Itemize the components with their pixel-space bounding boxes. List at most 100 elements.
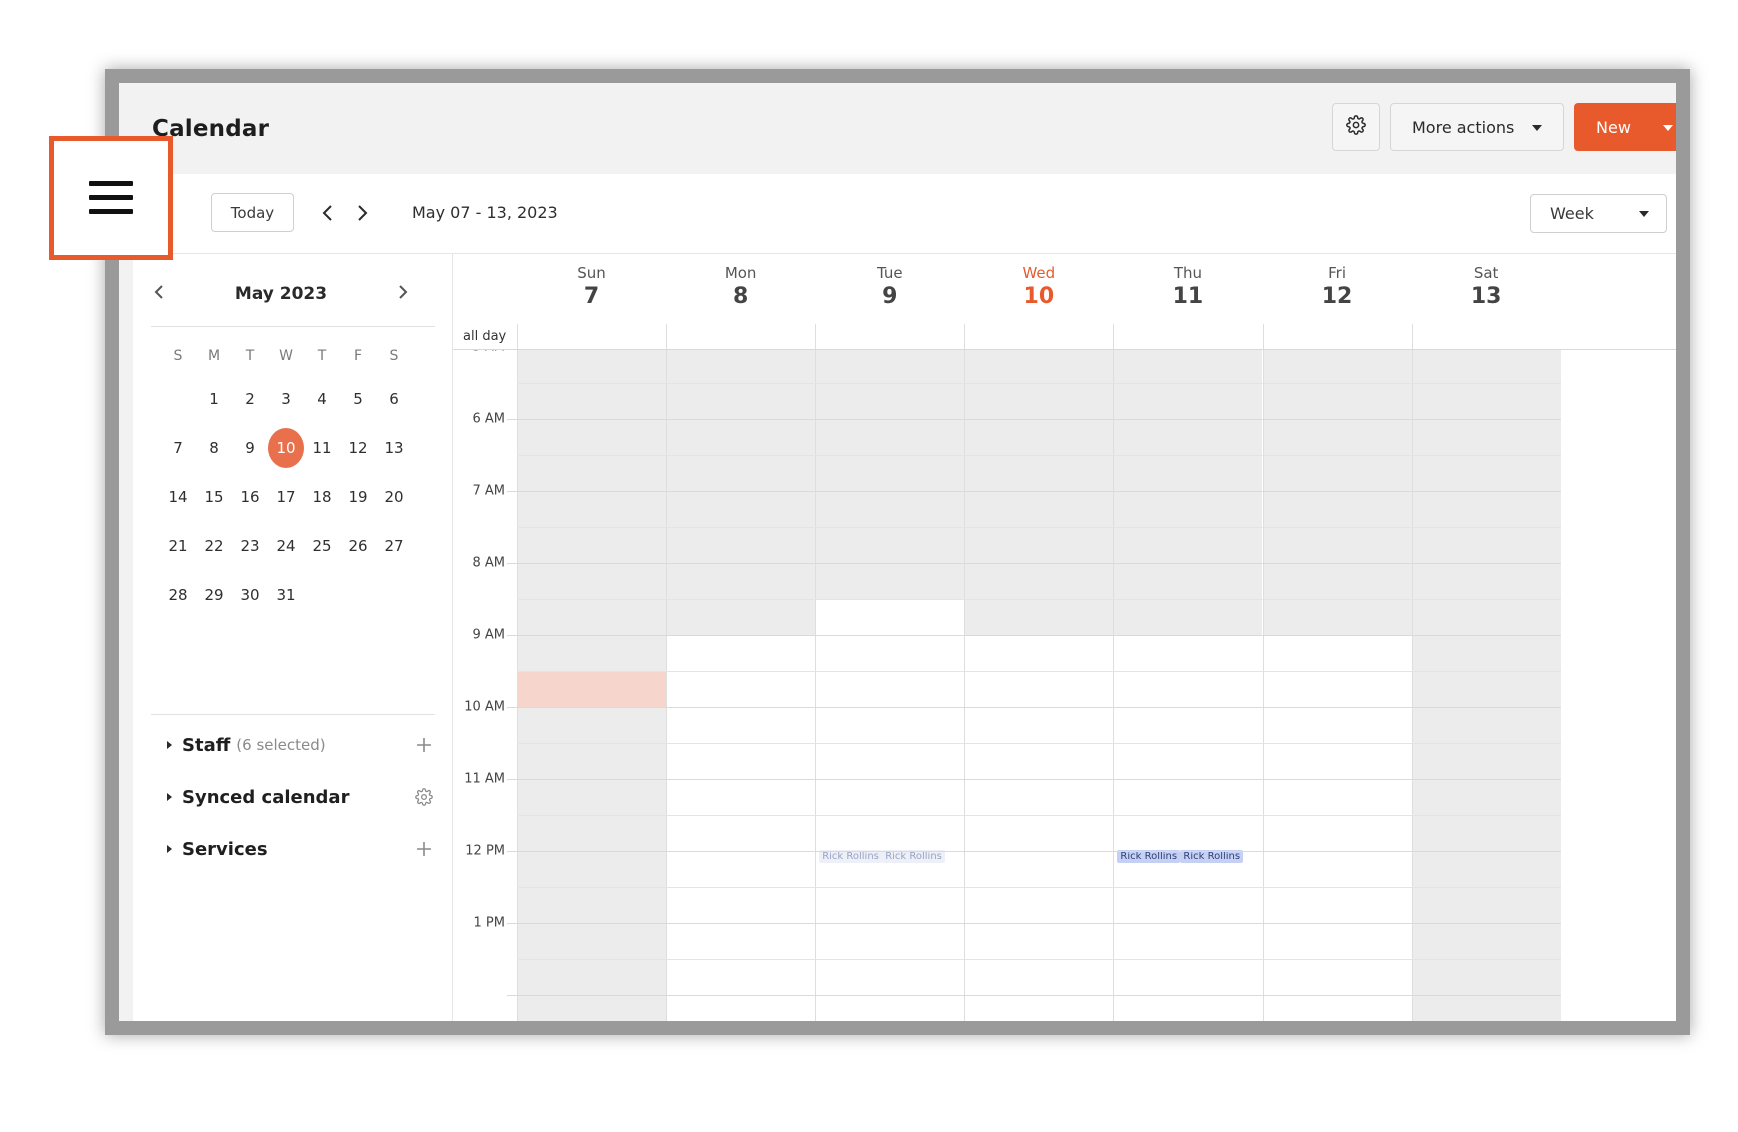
plus-icon[interactable] <box>411 836 437 862</box>
all-day-cell[interactable] <box>1113 324 1115 349</box>
day-header-fri[interactable]: Fri 12 <box>1254 264 1420 309</box>
synced-calendar-section[interactable]: Synced calendar <box>167 784 437 810</box>
all-day-cell[interactable] <box>1411 324 1413 349</box>
calendar-toolbar: Today May 07 - 13, 2023 Week <box>133 174 1676 254</box>
mini-day-8[interactable]: 8 <box>196 428 232 468</box>
hamburger-menu-icon[interactable] <box>89 181 133 215</box>
mini-day-15[interactable]: 15 <box>196 477 232 517</box>
mini-day-1[interactable]: 1 <box>196 379 232 419</box>
all-day-cell[interactable] <box>666 324 668 349</box>
day-column-mon[interactable] <box>666 350 816 1021</box>
grid-line <box>507 419 1561 420</box>
gear-icon[interactable] <box>411 784 437 810</box>
all-day-cell[interactable] <box>517 324 518 349</box>
grid-line <box>507 779 1561 780</box>
mini-day-10[interactable]: 10 <box>268 427 304 468</box>
grid-line <box>517 1031 1561 1032</box>
mini-day-5[interactable]: 5 <box>340 379 376 419</box>
mini-day-19[interactable]: 19 <box>340 477 376 517</box>
chevron-right-icon[interactable] <box>350 198 374 228</box>
mini-day-23[interactable]: 23 <box>232 526 268 566</box>
section-label: Synced calendar <box>182 786 350 808</box>
day-column-sat[interactable] <box>1411 350 1561 1021</box>
mini-day-18[interactable]: 18 <box>304 477 340 517</box>
day-header-wed[interactable]: Wed 10 <box>956 264 1122 309</box>
day-column-tue[interactable]: Rick Rollins Rick Rollins <box>815 350 965 1021</box>
mini-day-31[interactable]: 31 <box>268 575 304 615</box>
mini-day-16[interactable]: 16 <box>232 477 268 517</box>
mini-day-27[interactable]: 27 <box>376 526 412 566</box>
chevron-left-icon[interactable] <box>316 198 340 228</box>
day-header-tue[interactable]: Tue 9 <box>807 264 973 309</box>
mini-day-2[interactable]: 2 <box>232 379 268 419</box>
mini-day-25[interactable]: 25 <box>304 526 340 566</box>
grid-line <box>507 851 1561 852</box>
grid-line <box>517 599 1561 600</box>
weekday-label: F <box>353 348 363 364</box>
all-day-row[interactable]: all day <box>453 324 1676 350</box>
mini-day-28[interactable]: 28 <box>160 575 196 615</box>
divider <box>151 714 435 715</box>
mini-day-20[interactable]: 20 <box>376 477 412 517</box>
caret-down-icon <box>1663 125 1673 131</box>
chevron-left-icon[interactable] <box>153 282 165 306</box>
mini-day-26[interactable]: 26 <box>340 526 376 566</box>
event-block[interactable] <box>518 671 667 707</box>
day-header-sun[interactable]: Sun 7 <box>509 264 675 309</box>
mini-calendar-header: May 2023 <box>153 284 409 306</box>
grid-line <box>507 995 1561 996</box>
unavailable-block <box>667 350 816 635</box>
day-number: 12 <box>1321 284 1353 309</box>
more-actions-button[interactable]: More actions <box>1390 103 1564 151</box>
all-day-cell[interactable] <box>815 324 817 349</box>
all-day-cell[interactable] <box>1262 324 1264 349</box>
time-label: 12 PM <box>465 843 505 859</box>
day-column-wed[interactable] <box>964 350 1114 1021</box>
mini-day-22[interactable]: 22 <box>196 526 232 566</box>
all-day-cell[interactable] <box>964 324 966 349</box>
mini-day-30[interactable]: 30 <box>232 575 268 615</box>
staff-section[interactable]: Staff (6 selected) <box>167 732 437 758</box>
mini-day-12[interactable]: 12 <box>340 428 376 468</box>
section-sub: (6 selected) <box>236 736 326 754</box>
mini-day-17[interactable]: 17 <box>268 477 304 517</box>
new-button[interactable]: New <box>1574 103 1676 151</box>
mini-day-empty <box>376 575 412 615</box>
day-column-sun[interactable] <box>517 350 667 1021</box>
mini-day-11[interactable]: 11 <box>304 428 340 468</box>
day-header-sat[interactable]: Sat 13 <box>1403 264 1569 309</box>
mini-day-14[interactable]: 14 <box>160 477 196 517</box>
hamburger-callout[interactable] <box>49 136 173 260</box>
caret-right-icon <box>167 845 172 853</box>
time-gutter: 5 AM 6 AM 7 AM 8 AM 9 AM 10 AM 11 AM 12 PM 1 PM <box>453 350 517 1021</box>
date-range-label: May 07 - 13, 2023 <box>412 203 558 222</box>
mini-day-9[interactable]: 9 <box>232 428 268 468</box>
chevron-right-icon[interactable] <box>397 282 409 306</box>
plus-icon[interactable] <box>411 732 437 758</box>
unavailable-block <box>816 350 965 599</box>
services-section[interactable]: Services <box>167 836 437 862</box>
mini-day-6[interactable]: 6 <box>376 379 412 419</box>
unavailable-block <box>1114 350 1263 635</box>
mini-day-4[interactable]: 4 <box>304 379 340 419</box>
day-column-fri[interactable] <box>1262 350 1412 1021</box>
calendar-card: Today May 07 - 13, 2023 Week May 2023 S … <box>133 174 1676 1032</box>
day-name: Fri <box>1328 264 1346 282</box>
mini-day-13[interactable]: 13 <box>376 428 412 468</box>
settings-button[interactable] <box>1332 103 1380 151</box>
view-select[interactable]: Week <box>1530 194 1667 233</box>
mini-day-7[interactable]: 7 <box>160 428 196 468</box>
day-column-thu[interactable]: Rick Rollins Rick Rollins <box>1113 350 1263 1021</box>
day-header-thu[interactable]: Thu 11 <box>1105 264 1271 309</box>
week-row: 7 8 9 10 11 12 13 <box>160 423 412 472</box>
mini-day-29[interactable]: 29 <box>196 575 232 615</box>
mini-day-21[interactable]: 21 <box>160 526 196 566</box>
day-header-mon[interactable]: Mon 8 <box>658 264 824 309</box>
mini-day-24[interactable]: 24 <box>268 526 304 566</box>
time-label: 7 AM <box>472 483 505 499</box>
week-row: 28 29 30 31 <box>160 570 412 619</box>
mini-calendar-grid: S M T W T F S 1 2 3 4 5 6 7 8 9 10 11 12 13 14 15 16 17 18 19 20 21… <box>160 344 412 619</box>
time-label: 9 AM <box>472 627 505 643</box>
mini-day-3[interactable]: 3 <box>268 379 304 419</box>
today-button[interactable]: Today <box>211 193 294 232</box>
